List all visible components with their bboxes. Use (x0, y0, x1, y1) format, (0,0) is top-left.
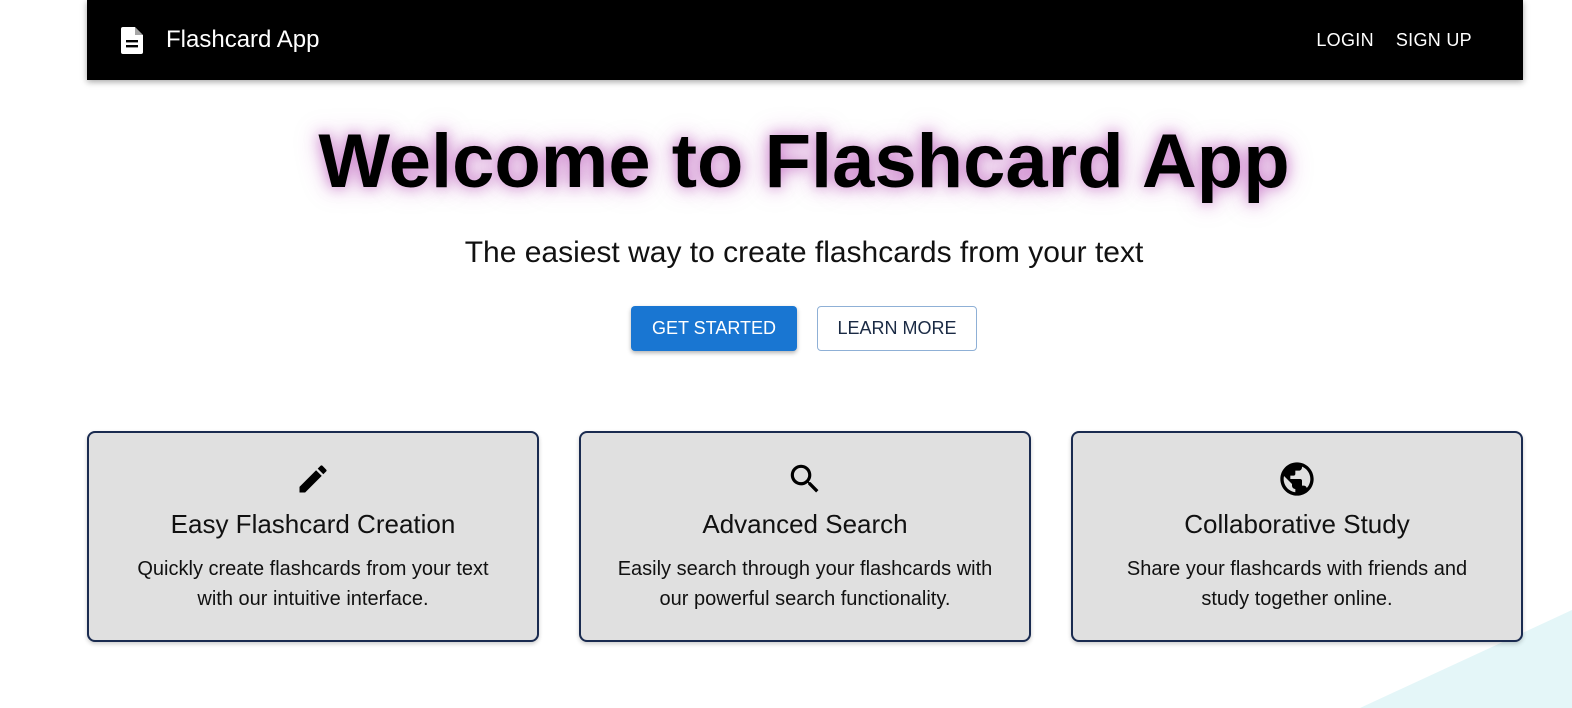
login-button[interactable]: LOGIN (1305, 22, 1385, 59)
search-icon (581, 459, 1029, 499)
get-started-button[interactable]: GET STARTED (631, 306, 797, 351)
feature-description: Quickly create flashcards from your text… (137, 558, 489, 610)
top-nav: LOGIN SIGN UP (1305, 22, 1483, 59)
hero-actions: GET STARTED LEARN MORE (631, 306, 977, 351)
feature-title: Advanced Search (702, 509, 908, 539)
feature-title: Easy Flashcard Creation (170, 509, 456, 539)
app-bar: Flashcard App LOGIN SIGN UP (87, 0, 1523, 80)
hero-title: Welcome to Flashcard App (318, 119, 1290, 204)
pencil-icon (89, 459, 537, 499)
hero-subtitle: The easiest way to create flashcards fro… (464, 236, 1144, 269)
globe-icon (1073, 459, 1521, 499)
signup-button[interactable]: SIGN UP (1385, 22, 1483, 59)
features-section: Easy Flashcard Creation Quickly create f… (87, 431, 1523, 642)
feature-description: Easily search through your flashcards wi… (617, 558, 993, 610)
feature-description: Share your flashcards with friends and s… (1126, 558, 1468, 610)
feature-card-collaboration: Collaborative Study Share your flashcard… (1071, 431, 1523, 642)
app-brand[interactable]: Flashcard App (166, 26, 319, 54)
feature-title: Collaborative Study (1184, 509, 1410, 539)
document-icon (121, 26, 143, 54)
feature-card-creation: Easy Flashcard Creation Quickly create f… (87, 431, 539, 642)
feature-card-search: Advanced Search Easily search through yo… (579, 431, 1031, 642)
learn-more-button[interactable]: LEARN MORE (817, 306, 977, 351)
